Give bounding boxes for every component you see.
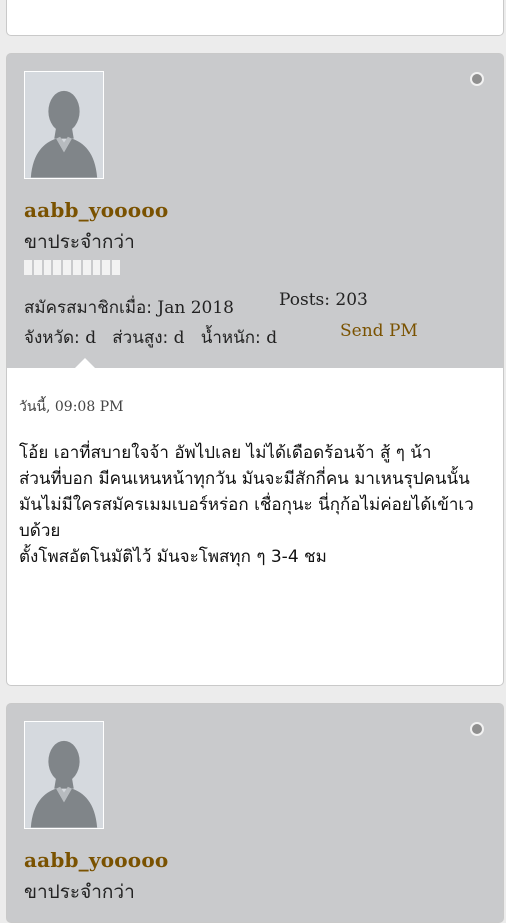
user-rank: ขาประจำกว่า — [24, 231, 135, 253]
offline-status-icon — [470, 72, 484, 86]
offline-status-icon — [470, 722, 484, 736]
username-link[interactable]: aabb_yooooo — [24, 848, 168, 872]
province-label: จังหวัด: — [24, 328, 80, 348]
previous-post-card — [6, 0, 504, 36]
join-date-value: Jan 2018 — [157, 298, 234, 318]
weight-label: น้ำหนัก: — [200, 328, 261, 348]
user-rank: ขาประจำกว่า — [24, 881, 135, 903]
post-body-line: โอ้ย เอาที่สบายใจจ้า อัพไปเลย ไม่ได้เดือ… — [19, 443, 432, 463]
height-value: d — [173, 328, 185, 348]
post-count: Posts: 203 — [279, 290, 368, 310]
join-date-label: สมัครสมาชิกเมื่อ: — [24, 298, 152, 318]
post-body: โอ้ย เอาที่สบายใจจ้า อัพไปเลย ไม่ได้เดือ… — [19, 440, 489, 570]
post-count-value: 203 — [335, 290, 368, 310]
send-pm-link[interactable]: Send PM — [340, 321, 418, 341]
user-details: จังหวัด: d ส่วนสูง: d น้ำหนัก: d — [24, 324, 277, 351]
avatar[interactable] — [24, 71, 104, 179]
join-date: สมัครสมาชิกเมื่อ: Jan 2018 — [24, 294, 234, 321]
height-label: ส่วนสูง: — [112, 328, 169, 348]
post-body-line: ส่วนที่บอก มีคนเหนหน้าทุกวัน มันจะมีสักก… — [19, 469, 470, 489]
province-value: d — [85, 328, 97, 348]
rank-progress-bar — [24, 260, 120, 275]
forum-post: aabb_yooooo ขาประจำกว่า — [6, 703, 504, 923]
weight-value: d — [266, 328, 278, 348]
forum-post: aabb_yooooo ขาประจำกว่า สมัครสมาชิกเมื่อ… — [6, 53, 504, 686]
post-content: วันนี้, 09:08 PM โอ้ย เอาที่สบายใจจ้า อั… — [7, 358, 503, 685]
default-user-icon — [25, 72, 103, 178]
bubble-pointer — [75, 358, 95, 368]
post-body-line: ตั้งโพสอัตโนมัติไว้ มันจะโพสทุก ๆ 3-4 ชม — [19, 547, 327, 567]
default-user-icon — [25, 722, 103, 828]
avatar[interactable] — [24, 721, 104, 829]
post-date: วันนี้, 09:08 PM — [19, 399, 124, 415]
post-count-label: Posts: — [279, 290, 330, 310]
username-link[interactable]: aabb_yooooo — [24, 198, 168, 222]
post-body-line: มันไม่มีใครสมัครเมมเบอร์หร่อก เชื่อกุนะ … — [19, 495, 474, 541]
